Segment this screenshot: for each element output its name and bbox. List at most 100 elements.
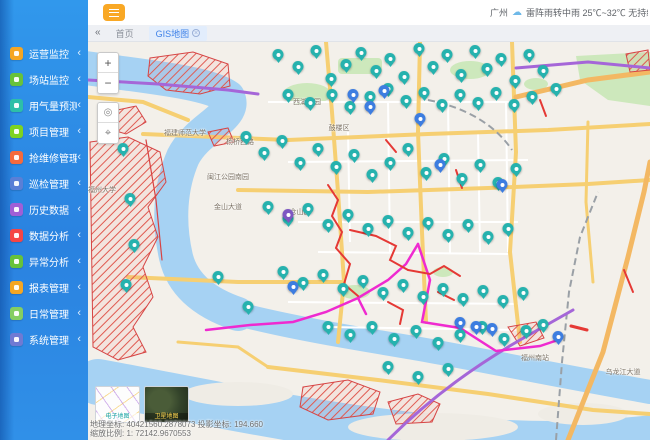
zoom-out-button[interactable]: − bbox=[98, 73, 118, 93]
map-pin-teal[interactable] bbox=[442, 49, 453, 60]
sidebar-item[interactable]: 数据分析‹ bbox=[0, 222, 88, 248]
map-pin-teal[interactable] bbox=[243, 301, 254, 312]
map-pin-teal[interactable] bbox=[241, 131, 252, 142]
map-pin-teal[interactable] bbox=[499, 333, 510, 344]
map-pin-teal[interactable] bbox=[455, 89, 466, 100]
sidebar-item[interactable]: 项目管理‹ bbox=[0, 118, 88, 144]
map-pin-teal[interactable] bbox=[524, 49, 535, 60]
map-pin-teal[interactable] bbox=[129, 239, 140, 250]
map-pin-teal[interactable] bbox=[398, 279, 409, 290]
map-pin-blue[interactable] bbox=[348, 89, 359, 100]
sidebar-item[interactable]: 用气量预测‹ bbox=[0, 92, 88, 118]
map-pin-teal[interactable] bbox=[383, 215, 394, 226]
map-pin-teal[interactable] bbox=[303, 203, 314, 214]
tab-close-icon[interactable]: × bbox=[192, 29, 200, 37]
map-pin-teal[interactable] bbox=[418, 291, 429, 302]
map-pin-teal[interactable] bbox=[483, 231, 494, 242]
collapse-tabs-icon[interactable]: « bbox=[95, 28, 101, 38]
map-pin-blue[interactable] bbox=[553, 331, 564, 342]
map-pin-teal[interactable] bbox=[385, 157, 396, 168]
map-pin-teal[interactable] bbox=[423, 217, 434, 228]
map-pin-teal[interactable] bbox=[443, 229, 454, 240]
map-pin-teal[interactable] bbox=[538, 319, 549, 330]
map-pin-teal[interactable] bbox=[295, 157, 306, 168]
map-pin-teal[interactable] bbox=[358, 275, 369, 286]
sidebar-item[interactable]: 报表管理‹ bbox=[0, 274, 88, 300]
map-pin-teal[interactable] bbox=[478, 285, 489, 296]
map-pin-blue[interactable] bbox=[379, 85, 390, 96]
map-pin-teal[interactable] bbox=[509, 99, 520, 110]
map-pin-blue[interactable] bbox=[487, 323, 498, 334]
map-pin-teal[interactable] bbox=[457, 173, 468, 184]
sidebar-item[interactable]: 抢维修管理‹ bbox=[0, 144, 88, 170]
satellite-map-thumbnail[interactable]: 卫星地图 bbox=[144, 386, 189, 423]
map-pin-teal[interactable] bbox=[263, 201, 274, 212]
map-pin-teal[interactable] bbox=[278, 266, 289, 277]
map-pin-teal[interactable] bbox=[470, 45, 481, 56]
map-pin-teal[interactable] bbox=[298, 277, 309, 288]
map-pin-teal[interactable] bbox=[313, 143, 324, 154]
map-pin-teal[interactable] bbox=[456, 69, 467, 80]
map-pin-teal[interactable] bbox=[521, 325, 532, 336]
map-pin-teal[interactable] bbox=[389, 333, 400, 344]
tab-gis-map[interactable]: GIS地图 × bbox=[149, 26, 208, 41]
map-pin-teal[interactable] bbox=[273, 49, 284, 60]
map-pin-teal[interactable] bbox=[311, 45, 322, 56]
map-pin-teal[interactable] bbox=[383, 361, 394, 372]
map-pin-teal[interactable] bbox=[293, 61, 304, 72]
sidebar-item[interactable]: 异常分析‹ bbox=[0, 248, 88, 274]
map-pin-teal[interactable] bbox=[283, 89, 294, 100]
map-pin-blue[interactable] bbox=[455, 317, 466, 328]
map-pin-teal[interactable] bbox=[428, 61, 439, 72]
map-pin-teal[interactable] bbox=[437, 99, 448, 110]
sidebar-item[interactable]: 系统管理‹ bbox=[0, 326, 88, 352]
map-pin-teal[interactable] bbox=[414, 43, 425, 54]
zoom-in-button[interactable]: + bbox=[98, 53, 118, 73]
map-pin-teal[interactable] bbox=[305, 97, 316, 108]
map-pin-teal[interactable] bbox=[363, 223, 374, 234]
tab-home[interactable]: 首页 bbox=[109, 26, 141, 41]
map-pin-teal[interactable] bbox=[277, 135, 288, 146]
map-pin-teal[interactable] bbox=[482, 63, 493, 74]
map-pin-blue[interactable] bbox=[288, 281, 299, 292]
map-pin-teal[interactable] bbox=[378, 287, 389, 298]
map-pin-blue[interactable] bbox=[497, 179, 508, 190]
map-pin-teal[interactable] bbox=[475, 159, 486, 170]
sidebar-item[interactable]: 巡检管理‹ bbox=[0, 170, 88, 196]
map-pin-teal[interactable] bbox=[401, 95, 412, 106]
map-pin-teal[interactable] bbox=[458, 293, 469, 304]
map-pin-teal[interactable] bbox=[385, 53, 396, 64]
map-pin-teal[interactable] bbox=[518, 287, 529, 298]
map-pin-blue[interactable] bbox=[415, 113, 426, 124]
map-pin-teal[interactable] bbox=[121, 279, 132, 290]
map-pin-teal[interactable] bbox=[356, 47, 367, 58]
map-pin-teal[interactable] bbox=[403, 227, 414, 238]
map-pin-teal[interactable] bbox=[323, 219, 334, 230]
map-pin-teal[interactable] bbox=[118, 143, 129, 154]
sidebar-item[interactable]: 历史数据‹ bbox=[0, 196, 88, 222]
map-pin-teal[interactable] bbox=[343, 209, 354, 220]
map-pin-teal[interactable] bbox=[399, 71, 410, 82]
map-pin-teal[interactable] bbox=[323, 321, 334, 332]
map-pin-teal[interactable] bbox=[491, 87, 502, 98]
map-pin-teal[interactable] bbox=[367, 169, 378, 180]
hamburger-menu-button[interactable] bbox=[103, 4, 125, 21]
map-pin-blue[interactable] bbox=[365, 101, 376, 112]
map-pin-teal[interactable] bbox=[345, 329, 356, 340]
map-pin-teal[interactable] bbox=[411, 325, 422, 336]
sidebar-item[interactable]: 场站监控‹ bbox=[0, 66, 88, 92]
map-pin-teal[interactable] bbox=[551, 83, 562, 94]
map-pin-teal[interactable] bbox=[413, 371, 424, 382]
street-map-thumbnail[interactable]: 电子地图 bbox=[95, 386, 140, 423]
map-pin-teal[interactable] bbox=[367, 321, 378, 332]
locate-button[interactable]: ⌖ bbox=[98, 123, 118, 143]
eye-overview-button[interactable]: ◎ bbox=[98, 103, 118, 123]
map-pin-teal[interactable] bbox=[338, 283, 349, 294]
map-pin-teal[interactable] bbox=[331, 161, 342, 172]
map-pin-teal[interactable] bbox=[503, 223, 514, 234]
map-pin-teal[interactable] bbox=[463, 219, 474, 230]
map-pin-blue[interactable] bbox=[435, 159, 446, 170]
map-pin-purple[interactable] bbox=[283, 209, 294, 220]
map-pin-teal[interactable] bbox=[419, 87, 430, 98]
map-pin-teal[interactable] bbox=[510, 75, 521, 86]
